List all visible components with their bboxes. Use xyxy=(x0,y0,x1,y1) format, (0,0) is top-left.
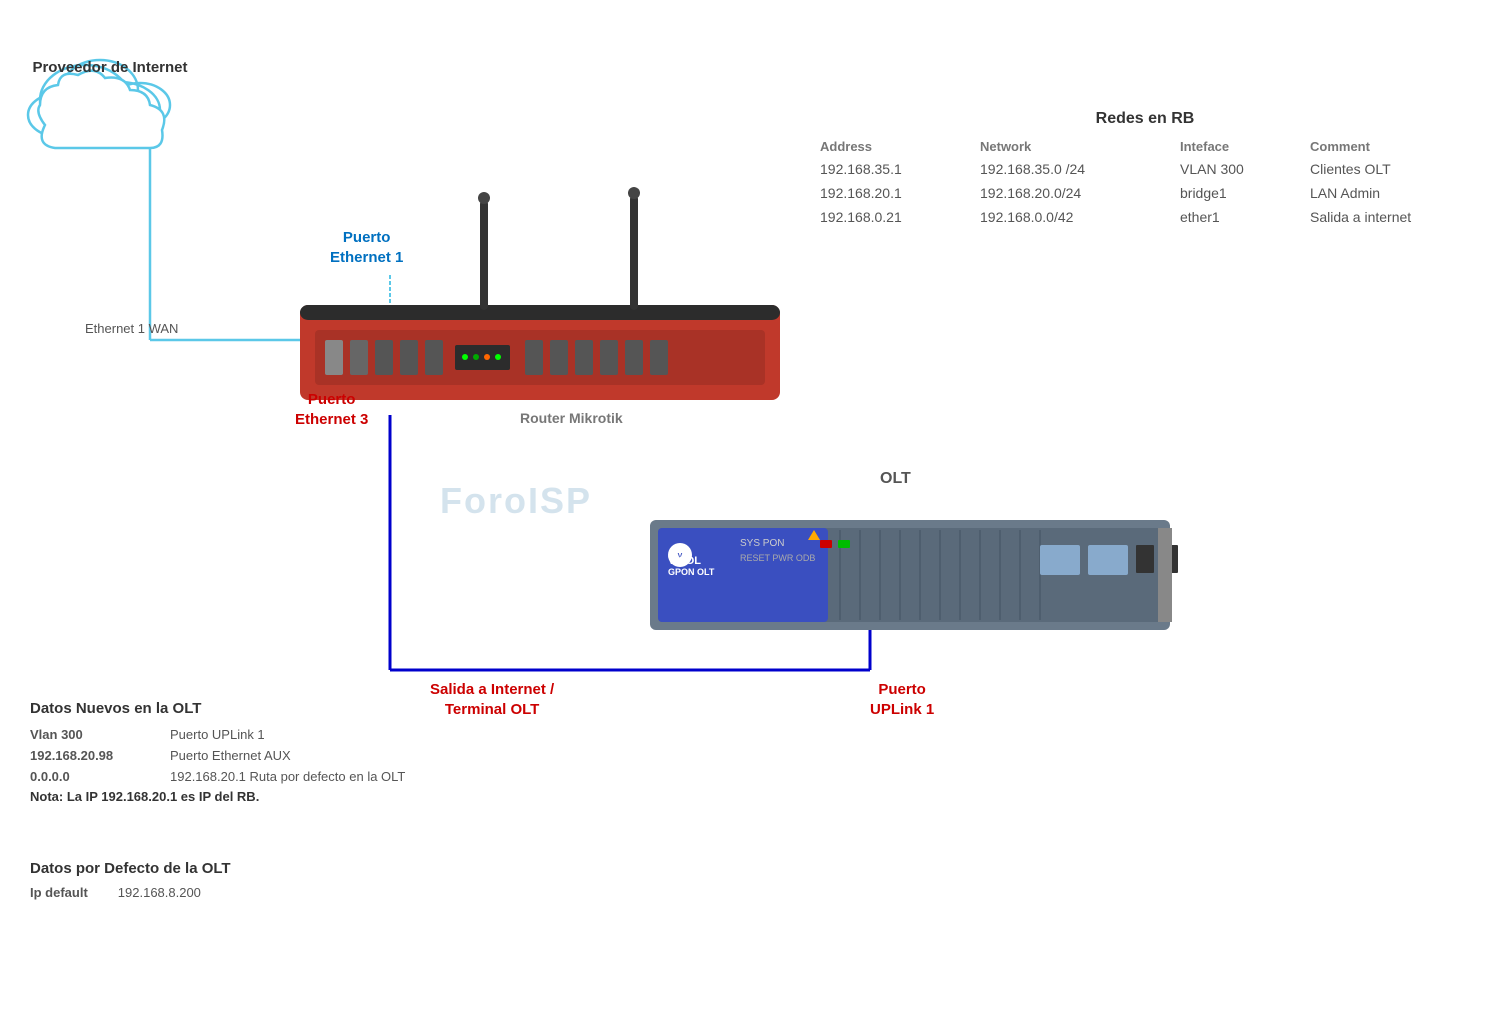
port-5 xyxy=(525,340,543,375)
watermark-text: ForoISP xyxy=(440,480,592,521)
ethernet1-wan-label: Ethernet 1 WAN xyxy=(85,320,178,338)
puerto-ethernet1-label: PuertoEthernet 1 xyxy=(330,228,403,267)
vsol-model: GPON OLT xyxy=(668,567,714,577)
router-front-panel xyxy=(315,330,765,385)
led-1 xyxy=(462,354,468,360)
redes-row2-address: 192.168.20.1 xyxy=(820,182,980,206)
olt-sys-label: SYS PON xyxy=(740,538,784,549)
port-7 xyxy=(575,340,593,375)
datos-nuevos-row3-col2: 192.168.20.1 Ruta por defecto en la OLT xyxy=(170,767,405,788)
datos-nuevos-row2-col1: 192.168.20.98 xyxy=(30,746,150,767)
router-body xyxy=(300,305,780,400)
led-4 xyxy=(495,354,501,360)
redes-table: Address Network Inteface Comment 192.168… xyxy=(820,136,1470,229)
port-9 xyxy=(625,340,643,375)
port-4 xyxy=(425,340,443,375)
olt-port-uplink2 xyxy=(1088,545,1128,575)
redes-row1-interface: VLAN 300 xyxy=(1180,158,1310,182)
datos-nuevos-row3: 0.0.0.0 192.168.20.1 Ruta por defecto en… xyxy=(30,767,530,788)
olt-warning-triangle xyxy=(808,530,820,540)
redes-row1-address: 192.168.35.1 xyxy=(820,158,980,182)
led-area xyxy=(455,345,510,370)
datos-nuevos-row1-col1: Vlan 300 xyxy=(30,725,150,746)
router-mikrotik-text: Router Mikrotik xyxy=(520,410,623,426)
puerto-ethernet3-label: PuertoEthernet 3 xyxy=(295,390,368,429)
vsol-brand: V-SOL GPON OLT xyxy=(668,555,714,577)
datos-nuevos-title: Datos Nuevos en la OLT xyxy=(30,700,530,717)
port-1 xyxy=(350,340,368,375)
redes-row2-network: 192.168.20.0/24 xyxy=(980,182,1180,206)
port-2 xyxy=(375,340,393,375)
antenna-2-tip xyxy=(628,187,640,199)
datos-nuevos-row1-col2: Puerto UPLink 1 xyxy=(170,725,265,746)
antenna-2 xyxy=(630,195,638,310)
antenna-1-tip xyxy=(478,192,490,204)
puerto-uplink-text: PuertoUPLink 1 xyxy=(870,681,934,718)
puerto-eth3-text: PuertoEthernet 3 xyxy=(295,391,368,428)
olt-text: OLT xyxy=(880,470,911,487)
port-sfp xyxy=(325,340,343,375)
datos-nuevos-row2-col2: Puerto Ethernet AUX xyxy=(170,746,291,767)
cloud-label: Proveedor de Internet xyxy=(30,58,190,78)
datos-defecto-title: Datos por Defecto de la OLT xyxy=(30,860,430,877)
watermark: ForoISP xyxy=(440,480,592,522)
led-3 xyxy=(484,354,490,360)
olt-led-sys xyxy=(820,540,832,548)
redes-row2-comment: LAN Admin xyxy=(1310,182,1490,206)
port-10 xyxy=(650,340,668,375)
olt-front xyxy=(658,528,1162,622)
led-2 xyxy=(473,354,479,360)
redes-row3-interface: ether1 xyxy=(1180,206,1310,230)
olt-sfp2 xyxy=(1160,545,1178,573)
olt-reset-label: RESET PWR ODB xyxy=(740,553,815,563)
puerto-eth1-text: PuertoEthernet 1 xyxy=(330,229,403,266)
datos-nuevos-nota: Nota: La IP 192.168.20.1 es IP del RB. xyxy=(30,787,259,808)
datos-nuevos-row4: Nota: La IP 192.168.20.1 es IP del RB. xyxy=(30,787,530,808)
olt-sfp1 xyxy=(1136,545,1154,573)
datos-nuevos-row1: Vlan 300 Puerto UPLink 1 xyxy=(30,725,530,746)
redes-row1-comment: Clientes OLT xyxy=(1310,158,1490,182)
redes-row3-network: 192.168.0.0/42 xyxy=(980,206,1180,230)
vsol-name: V-SOL xyxy=(668,555,714,567)
router-mikrotik-label: Router Mikrotik xyxy=(520,410,623,426)
redes-header-address: Address xyxy=(820,136,980,158)
redes-header-network: Network xyxy=(980,136,1180,158)
olt-port-uplink1 xyxy=(1040,545,1080,575)
olt-label: OLT xyxy=(880,470,911,488)
redes-title: Redes en RB xyxy=(820,110,1470,128)
olt-right-side xyxy=(1158,528,1172,622)
datos-defecto-row1: Ip default 192.168.8.200 xyxy=(30,885,430,900)
datos-defecto-section: Datos por Defecto de la OLT Ip default 1… xyxy=(30,860,430,900)
datos-nuevos-section: Datos Nuevos en la OLT Vlan 300 Puerto U… xyxy=(30,700,530,808)
datos-defecto-value: 192.168.8.200 xyxy=(118,885,201,900)
redes-row2-interface: bridge1 xyxy=(1180,182,1310,206)
port-3 xyxy=(400,340,418,375)
router-top-strip xyxy=(300,305,780,320)
redes-row3-comment: Salida a internet xyxy=(1310,206,1490,230)
olt-body xyxy=(650,520,1170,630)
antenna-1 xyxy=(480,200,488,310)
redes-section: Redes en RB Address Network Inteface Com… xyxy=(820,110,1470,229)
datos-nuevos-row3-col1: 0.0.0.0 xyxy=(30,767,150,788)
cloud-text: Proveedor de Internet xyxy=(32,59,187,76)
redes-header-interface: Inteface xyxy=(1180,136,1310,158)
ethernet1-wan-text: Ethernet 1 WAN xyxy=(85,321,178,336)
port-8 xyxy=(600,340,618,375)
olt-led-pon xyxy=(838,540,850,548)
redes-row3-address: 192.168.0.21 xyxy=(820,206,980,230)
puerto-uplink-label: PuertoUPLink 1 xyxy=(870,680,934,719)
port-6 xyxy=(550,340,568,375)
redes-header-comment: Comment xyxy=(1310,136,1490,158)
redes-row1-network: 192.168.35.0 /24 xyxy=(980,158,1180,182)
datos-nuevos-row2: 192.168.20.98 Puerto Ethernet AUX xyxy=(30,746,530,767)
datos-defecto-label: Ip default xyxy=(30,885,88,900)
